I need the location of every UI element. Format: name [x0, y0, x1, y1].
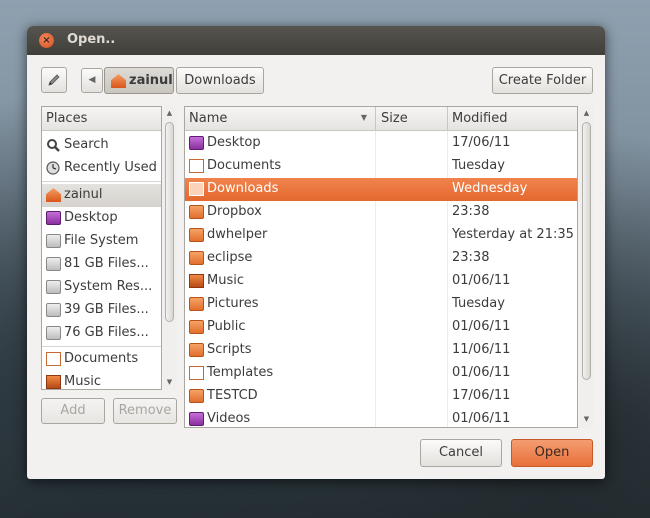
drive-icon — [46, 257, 61, 271]
create-folder-label: Create Folder — [498, 73, 587, 88]
usb-drive-icon — [46, 303, 61, 317]
places-item-file-system[interactable]: File System — [42, 230, 161, 253]
search-icon — [47, 139, 60, 152]
file-list: Name ▼ Size Modified Desktop 17/06/11 Do… — [184, 106, 578, 428]
drive-icon — [46, 280, 61, 294]
cancel-button[interactable]: Cancel — [420, 439, 502, 467]
places-divider — [42, 346, 161, 347]
file-list-scrollbar[interactable]: ▲ ▼ — [580, 106, 594, 428]
folder-icon — [189, 251, 204, 265]
file-row-videos[interactable]: Videos 01/06/11 — [185, 408, 577, 427]
music-folder-icon — [189, 274, 204, 288]
documents-folder-icon — [189, 159, 204, 173]
places-header[interactable]: Places — [42, 107, 161, 131]
places-item-home[interactable]: zainul — [42, 184, 161, 207]
music-folder-icon — [46, 375, 61, 389]
places-item-search[interactable]: Search — [42, 134, 161, 157]
file-row-scripts[interactable]: Scripts 11/06/11 — [185, 339, 577, 362]
places-item-81gb[interactable]: 81 GB Files... — [42, 253, 161, 276]
file-row-templates[interactable]: Templates 01/06/11 — [185, 362, 577, 385]
pencil-icon — [48, 74, 60, 86]
desktop-icon — [46, 211, 61, 225]
places-item-desktop[interactable]: Desktop — [42, 207, 161, 230]
places-item-recently-used[interactable]: Recently Used — [42, 157, 161, 180]
file-row-eclipse[interactable]: eclipse 23:38 — [185, 247, 577, 270]
sort-descending-icon: ▼ — [360, 113, 367, 122]
pictures-folder-icon — [189, 297, 204, 311]
videos-folder-icon — [189, 412, 204, 426]
drive-icon — [46, 234, 61, 248]
open-file-dialog: × Open.. ◀ zainul Downloads Create Folde… — [27, 26, 605, 479]
remove-bookmark-button[interactable]: Remove — [113, 398, 177, 424]
places-divider — [42, 181, 161, 182]
places-scroll-thumb[interactable] — [165, 122, 174, 322]
file-list-header: Name ▼ Size Modified — [185, 107, 577, 131]
places-item-76gb[interactable]: 76 GB Files... — [42, 322, 161, 345]
clock-icon — [46, 161, 60, 175]
file-row-public[interactable]: Public 01/06/11 — [185, 316, 577, 339]
file-row-downloads[interactable]: Downloads Wednesday — [185, 178, 577, 201]
file-row-dropbox[interactable]: Dropbox 23:38 — [185, 201, 577, 224]
folder-icon — [189, 205, 204, 219]
places-scrollbar[interactable]: ▲ ▼ — [163, 106, 177, 390]
path-current-label: Downloads — [184, 73, 256, 88]
desktop-icon — [189, 136, 204, 150]
documents-folder-icon — [46, 352, 61, 366]
file-row-documents[interactable]: Documents Tuesday — [185, 155, 577, 178]
open-button[interactable]: Open — [511, 439, 593, 467]
file-row-pictures[interactable]: Pictures Tuesday — [185, 293, 577, 316]
scroll-up-icon[interactable]: ▲ — [582, 109, 591, 118]
places-item-39gb[interactable]: 39 GB Files... — [42, 299, 161, 322]
file-row-music[interactable]: Music 01/06/11 — [185, 270, 577, 293]
scroll-up-icon[interactable]: ▲ — [165, 109, 174, 118]
home-icon — [111, 74, 126, 88]
file-row-dwhelper[interactable]: dwhelper Yesterday at 21:35 — [185, 224, 577, 247]
places-item-documents[interactable]: Documents — [42, 348, 161, 371]
column-header-modified[interactable]: Modified — [448, 107, 577, 130]
chevron-left-icon: ◀ — [88, 75, 96, 85]
templates-folder-icon — [189, 366, 204, 380]
path-home-button[interactable]: zainul — [104, 67, 174, 94]
places-sidebar: Places Search Recently Used zainul Deskt… — [41, 106, 162, 390]
create-folder-button[interactable]: Create Folder — [492, 67, 593, 94]
column-header-name[interactable]: Name ▼ — [185, 107, 376, 130]
edit-location-button[interactable] — [41, 67, 67, 93]
file-row-testcd[interactable]: TESTCD 17/06/11 — [185, 385, 577, 408]
folder-icon — [189, 228, 204, 242]
file-row-desktop[interactable]: Desktop 17/06/11 — [185, 132, 577, 155]
folder-icon — [189, 343, 204, 357]
path-home-label: zainul — [129, 73, 173, 88]
places-item-system-reserved[interactable]: System Res... — [42, 276, 161, 299]
file-list-scroll-thumb[interactable] — [582, 122, 591, 380]
close-icon[interactable]: × — [39, 33, 54, 48]
folder-icon — [189, 389, 204, 403]
places-item-music[interactable]: Music — [42, 371, 161, 389]
scroll-down-icon[interactable]: ▼ — [582, 415, 591, 424]
dialog-title: Open.. — [67, 32, 116, 47]
public-folder-icon — [189, 320, 204, 334]
scroll-down-icon[interactable]: ▼ — [165, 378, 174, 387]
path-back-button[interactable]: ◀ — [81, 68, 103, 93]
title-bar: × Open.. — [27, 26, 605, 55]
downloads-folder-icon — [189, 182, 204, 196]
path-current-button[interactable]: Downloads — [176, 67, 264, 94]
column-header-size[interactable]: Size — [376, 107, 448, 130]
home-icon — [46, 188, 61, 202]
usb-drive-icon — [46, 326, 61, 340]
add-bookmark-button[interactable]: Add — [41, 398, 105, 424]
